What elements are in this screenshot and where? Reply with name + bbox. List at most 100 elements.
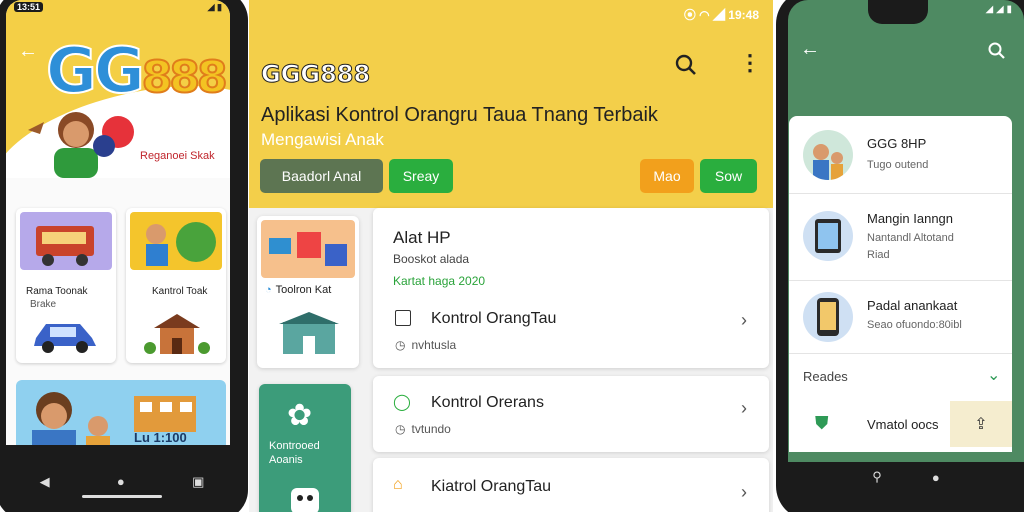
flower-icon: ✿ — [287, 399, 313, 432]
list-item-padal[interactable]: Padal anankaat Seao ofuondo:80ibl — [789, 282, 1012, 354]
chat-icon: ◯ — [393, 394, 411, 411]
primary-action-button[interactable]: Baadorl Anal — [260, 159, 383, 193]
shield-icon: ⛊ — [815, 413, 829, 433]
chevron-down-icon[interactable]: ⌄ — [987, 365, 1000, 385]
tile-1-sub: Brake — [30, 299, 57, 310]
middle-subtitle: Mengawisi Anak — [261, 130, 384, 149]
nav-back-icon[interactable]: ◀ — [40, 474, 50, 490]
show-button[interactable]: Sow — [700, 159, 757, 193]
section-sub: Booskot alada — [393, 252, 470, 266]
item-4-title: Vmatol oocs — [867, 417, 939, 432]
middle-app-screen: ⦿ ◠ ◢ 19:48 GGG888 ⋮ Aplikasi Kontrol Or… — [249, 0, 773, 512]
primary-action-label: Baadorl Anal — [281, 168, 362, 184]
map-button[interactable]: Mao — [640, 159, 694, 193]
back-arrow-icon[interactable]: ← — [800, 38, 820, 61]
tile-2-title: Kantrol Toak — [152, 286, 208, 297]
row-kontrol-3[interactable]: ⌂ Kiatrol OrangTau › — [373, 458, 769, 512]
section-reades[interactable]: Reades ⌄ — [789, 355, 1012, 401]
left-status-icons: ◢ ▮ — [207, 1, 222, 12]
nav-recents-icon[interactable]: ▣ — [192, 474, 204, 490]
family-illustration-icon — [32, 392, 196, 445]
middle-status-icons: ⦿ ◠ ◢ 19:48 — [683, 8, 759, 22]
right-status-icons: ◢ ◢ ▮ — [985, 4, 1012, 15]
left-status-bar: 13:51 ◢ ▮ — [6, 0, 230, 14]
row-3-title: Kiatrol OrangTau — [431, 478, 552, 495]
section-title: Alat HP — [393, 228, 451, 247]
row-kontrol-1[interactable]: Kontrol OrangTau ◷ nvhtusla › — [373, 302, 769, 362]
house-illustration-icon — [144, 314, 210, 354]
row-1-title: Kontrol OrangTau — [431, 310, 557, 327]
middle-header: ⦿ ◠ ◢ 19:48 GGG888 ⋮ Aplikasi Kontrol Or… — [249, 0, 773, 208]
green-card-title: Kontrooed — [269, 440, 320, 452]
info-icon: ◔ — [265, 284, 272, 296]
list-item-vmatol[interactable]: ⛊ Vmatol oocs ⇪ — [789, 401, 1012, 451]
left-tile-2[interactable]: Kantrol Toak — [126, 208, 226, 363]
side-card-green[interactable]: ✿ Kontrooed Aoanis — [259, 384, 351, 512]
right-phone-frame: ◢ ◢ ▮ ← GGG 8HP Tugo outend Mangin Ianng… — [776, 0, 1024, 512]
section-reades-label: Reades — [803, 369, 848, 384]
left-hero-banner: 13:51 ◢ ▮ ← GG888 Reganoei Skak — [6, 0, 230, 178]
kid-playing-illustration-icon — [130, 212, 222, 270]
row-kontrol-2[interactable]: ◯ Kontrol Orerans ◷ tvtundo › — [373, 376, 769, 452]
item-3-sub: Seao ofuondo:80ibl — [867, 319, 962, 331]
nav-home-icon[interactable]: ● — [932, 470, 940, 485]
clock-icon: ◷ — [395, 422, 406, 436]
kid-illustration-icon — [28, 112, 134, 178]
nav-search-icon[interactable]: ⚲ — [872, 469, 882, 485]
school-illustration-icon — [279, 312, 339, 354]
left-tile-1[interactable]: Rama Toonak Brake — [16, 208, 116, 363]
right-notch — [868, 0, 928, 24]
right-list-sheet: GGG 8HP Tugo outend Mangin Ianngn Nantan… — [789, 116, 1012, 452]
item-3-title: Padal anankaat — [867, 298, 958, 313]
back-arrow-icon[interactable]: ← — [18, 40, 38, 63]
tile-1-title: Rama Toonak — [26, 286, 88, 297]
section-date: Kartat haga 2020 — [393, 274, 486, 288]
row-2-title: Kontrol Orerans — [431, 394, 544, 411]
left-app-logo: GG888 — [45, 39, 229, 109]
search-icon[interactable] — [988, 42, 1006, 60]
robot-illustration-icon — [291, 488, 319, 512]
chevron-right-icon[interactable]: › — [741, 482, 747, 503]
row-1-sub: ◷ nvhtusla — [395, 338, 456, 352]
side-card-toolkit[interactable]: ◔ Toolron Kat — [257, 216, 359, 368]
map-button-label: Mao — [653, 168, 681, 184]
truck-illustration-icon — [20, 212, 112, 270]
toolkit-label: ◔ Toolron Kat — [265, 284, 331, 296]
left-nav-bar: ◀ ● ▣ — [6, 453, 238, 510]
row-2-sub-text: tvtundo — [411, 422, 451, 436]
item-1-title: GGG 8HP — [867, 136, 927, 151]
toolkit-title: Toolron Kat — [275, 284, 332, 296]
item-2-sub-2: Riad — [867, 249, 890, 261]
chevron-right-icon[interactable]: › — [741, 310, 747, 331]
left-phone-frame: 13:51 ◢ ▮ ← GG888 Reganoei Skak Rama Too… — [0, 0, 248, 512]
right-nav-bar: ⚲ ● — [788, 462, 1024, 492]
house-icon: ⌂ — [393, 476, 403, 493]
tablet-avatar — [803, 211, 853, 261]
show-button-label: Sow — [714, 168, 743, 184]
left-bottom-banner[interactable]: Lu 1:100 — [16, 380, 226, 445]
item-1-sub: Tugo outend — [867, 159, 929, 171]
list-item-ggg[interactable]: GGG 8HP Tugo outend — [789, 116, 1012, 194]
row-1-sub-text: nvhtusla — [411, 338, 457, 352]
list-item-mangin[interactable]: Mangin Ianngn Nantandl Altotand Riad — [789, 195, 1012, 281]
middle-title: Aplikasi Kontrol Orangru Taua Tnang Terb… — [261, 104, 658, 126]
search-icon[interactable] — [675, 54, 697, 76]
more-options-icon[interactable]: ⋮ — [739, 50, 761, 76]
green-card-sub: Aoanis — [269, 454, 303, 466]
left-home-indicator — [82, 495, 162, 498]
toolkit-illustration-icon — [261, 220, 355, 278]
middle-app-logo: GGG888 — [260, 60, 371, 89]
left-phone-screen: 13:51 ◢ ▮ ← GG888 Reganoei Skak Rama Too… — [6, 0, 230, 445]
share-button[interactable]: ⇪ — [950, 401, 1012, 447]
share-icon: ⇪ — [974, 416, 988, 433]
item-2-sub-1: Nantandl Altotand — [867, 232, 954, 244]
nav-home-icon[interactable]: ● — [117, 474, 125, 489]
left-logo-num: 888 — [141, 51, 229, 104]
checkbox-icon[interactable] — [395, 310, 411, 326]
clock-icon: ◷ — [395, 338, 406, 352]
left-hero-caption: Reganoei Skak — [140, 150, 215, 162]
chevron-right-icon[interactable]: › — [741, 398, 747, 419]
left-logo-gg: GG — [45, 34, 146, 107]
secondary-action-button[interactable]: Sreay — [389, 159, 453, 193]
left-status-time: 13:51 — [14, 2, 44, 12]
